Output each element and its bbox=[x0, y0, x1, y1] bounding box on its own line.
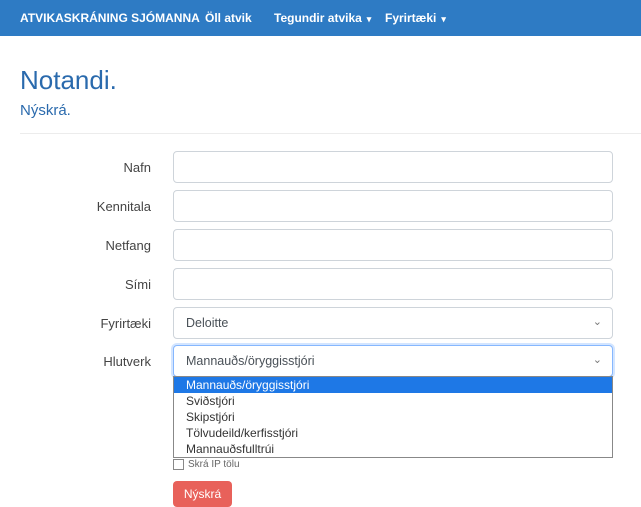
email-label: Netfang bbox=[105, 238, 151, 253]
nav-incident-types-label: Tegundir atvika bbox=[274, 11, 362, 25]
phone-label: Sími bbox=[125, 277, 151, 292]
company-label: Fyrirtæki bbox=[100, 316, 151, 331]
name-input[interactable] bbox=[173, 151, 613, 183]
role-selected-value: Mannauðs/öryggisstjóri bbox=[186, 354, 315, 368]
ip-checkbox[interactable] bbox=[173, 459, 184, 470]
nav-incident-types-dropdown[interactable]: Tegundir atvika ▾ bbox=[274, 0, 371, 36]
role-option[interactable]: Skipstjóri bbox=[174, 409, 612, 425]
top-navbar: ATVIKASKRÁNING SJÓMANNA Öll atvik Tegund… bbox=[0, 0, 641, 36]
email-input[interactable] bbox=[173, 229, 613, 261]
phone-input[interactable] bbox=[173, 268, 613, 300]
chevron-down-icon: ⌄ bbox=[592, 354, 602, 366]
nav-all-incidents-label: Öll atvik bbox=[205, 11, 252, 25]
nav-companies-dropdown[interactable]: Fyrirtæki ▾ bbox=[385, 0, 446, 36]
name-label: Nafn bbox=[123, 160, 151, 175]
company-selected-value: Deloitte bbox=[186, 316, 229, 330]
role-option[interactable]: Tölvudeild/kerfisstjóri bbox=[174, 425, 612, 441]
nav-all-incidents[interactable]: Öll atvik bbox=[205, 0, 252, 36]
role-label: Hlutverk bbox=[103, 354, 151, 369]
page-title: Notandi. bbox=[20, 65, 117, 95]
role-option[interactable]: Sviðstjóri bbox=[174, 393, 612, 409]
page-subtitle: Nýskrá. bbox=[20, 102, 71, 119]
divider bbox=[20, 133, 641, 134]
ip-checkbox-row: Skrá IP tölu bbox=[173, 459, 240, 470]
role-select[interactable]: Mannauðs/öryggisstjóri ⌄ bbox=[173, 345, 613, 377]
kennitala-label: Kennitala bbox=[96, 199, 151, 214]
company-select[interactable]: Deloitte ⌄ bbox=[173, 307, 613, 339]
nav-companies-label: Fyrirtæki bbox=[385, 11, 437, 25]
chevron-down-icon: ⌄ bbox=[592, 316, 602, 328]
caret-down-icon: ▾ bbox=[441, 14, 446, 24]
caret-down-icon: ▾ bbox=[366, 14, 372, 24]
role-option[interactable]: Mannauðs/öryggisstjóri bbox=[174, 377, 612, 393]
role-option[interactable]: Mannauðsfulltrúi bbox=[174, 441, 612, 457]
brand-link[interactable]: ATVIKASKRÁNING SJÓMANNA bbox=[20, 0, 200, 36]
role-options-list: Mannauðs/öryggisstjóri Sviðstjóri Skipst… bbox=[173, 376, 613, 458]
register-button[interactable]: Nýskrá bbox=[173, 481, 232, 507]
kennitala-input[interactable] bbox=[173, 190, 613, 222]
ip-checkbox-label: Skrá IP tölu bbox=[188, 459, 240, 471]
